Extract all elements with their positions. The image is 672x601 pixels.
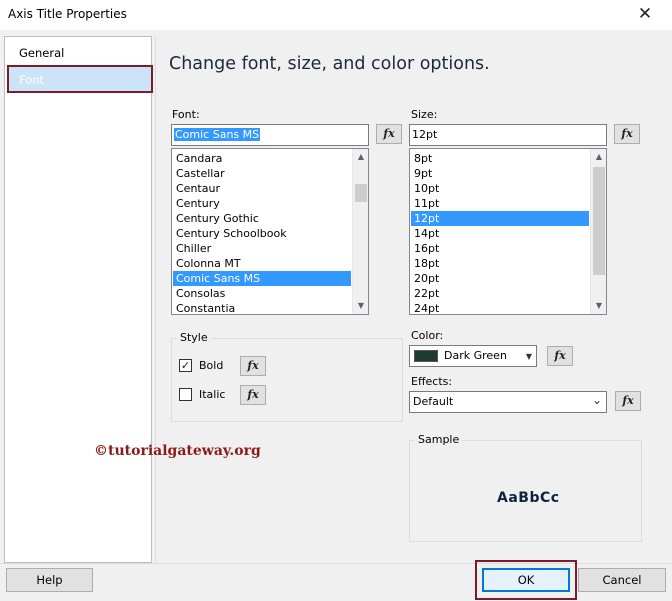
list-item[interactable]: 10pt [411,181,589,196]
font-scrollbar[interactable]: ▲ ▼ [352,149,368,314]
list-item-selected[interactable]: 12pt [411,211,589,226]
list-item[interactable]: 9pt [411,166,589,181]
italic-label: Italic [199,388,226,401]
list-item[interactable]: Century [173,196,351,211]
list-item[interactable]: 18pt [411,256,589,271]
list-item[interactable]: 11pt [411,196,589,211]
bold-checkbox[interactable]: ✓ [179,359,192,372]
dropdown-arrow-icon: ▼ [525,352,532,361]
size-input[interactable]: 12pt [409,124,607,146]
cancel-button[interactable]: Cancel [578,568,666,592]
list-item[interactable]: Chiller [173,241,351,256]
list-item[interactable]: Castellar [173,166,351,181]
chevron-down-icon: ⌄ [591,393,602,407]
list-item[interactable]: Constantia [173,301,351,314]
scroll-down-icon[interactable]: ▼ [591,298,606,314]
list-item[interactable]: 8pt [411,151,589,166]
size-fx-button[interactable]: fx [614,124,640,144]
effects-label: Effects: [411,375,453,388]
color-swatch [414,350,438,362]
effects-fx-button[interactable]: fx [615,391,641,411]
scroll-up-icon[interactable]: ▲ [353,149,368,165]
sidebar-item-general[interactable]: General [11,43,151,63]
color-fx-button[interactable]: fx [547,346,573,366]
window-title: Axis Title Properties [8,7,127,21]
font-fx-button[interactable]: fx [376,124,402,144]
size-scrollbar[interactable]: ▲ ▼ [590,149,606,314]
scroll-up-icon[interactable]: ▲ [591,149,606,165]
list-item[interactable]: Candara [173,151,351,166]
list-item[interactable]: 14pt [411,226,589,241]
bold-label: Bold [199,359,224,372]
font-input[interactable]: Comic Sans MS [171,124,369,146]
color-label: Color: [411,329,444,342]
bold-fx-button[interactable]: fx [240,356,266,376]
list-item[interactable]: 16pt [411,241,589,256]
list-item[interactable]: Centaur [173,181,351,196]
italic-fx-button[interactable]: fx [240,385,266,405]
list-item[interactable]: Century Schoolbook [173,226,351,241]
ok-button[interactable]: OK [482,568,570,592]
scroll-down-icon[interactable]: ▼ [353,298,368,314]
size-label: Size: [411,108,438,121]
font-input-value: Comic Sans MS [174,128,261,141]
color-value: Dark Green [444,349,507,362]
scroll-thumb[interactable] [355,184,367,202]
help-button[interactable]: Help [6,568,93,592]
divider [155,36,156,563]
effects-value: Default [413,395,454,408]
list-item[interactable]: Colonna MT [173,256,351,271]
list-item[interactable]: 24pt [411,301,589,314]
sample-group-label: Sample [415,433,463,446]
scroll-thumb[interactable] [593,167,605,275]
style-group-label: Style [177,331,211,344]
italic-checkbox[interactable] [179,388,192,401]
sample-preview: AaBbCc [497,490,560,506]
close-icon[interactable]: ✕ [632,2,658,26]
list-item[interactable]: Century Gothic [173,211,351,226]
size-listbox[interactable]: 8pt 9pt 10pt 11pt 12pt 14pt 16pt 18pt 20… [409,148,607,315]
style-group [171,338,403,422]
sidebar-item-font[interactable]: Font [7,65,153,93]
sidebar-nav: General Font [4,36,153,563]
title-bar: Axis Title Properties ✕ [0,0,672,30]
font-listbox[interactable]: Candara Castellar Centaur Century Centur… [171,148,369,315]
font-label: Font: [172,108,200,121]
list-item-selected[interactable]: Comic Sans MS [173,271,351,286]
watermark: ©tutorialgateway.org [94,443,261,459]
list-item[interactable]: Consolas [173,286,351,301]
list-item[interactable]: 20pt [411,271,589,286]
page-title: Change font, size, and color options. [169,54,490,74]
list-item[interactable]: 22pt [411,286,589,301]
effects-dropdown[interactable]: Default ⌄ [409,391,607,413]
color-dropdown[interactable]: Dark Green ▼ [409,345,537,367]
